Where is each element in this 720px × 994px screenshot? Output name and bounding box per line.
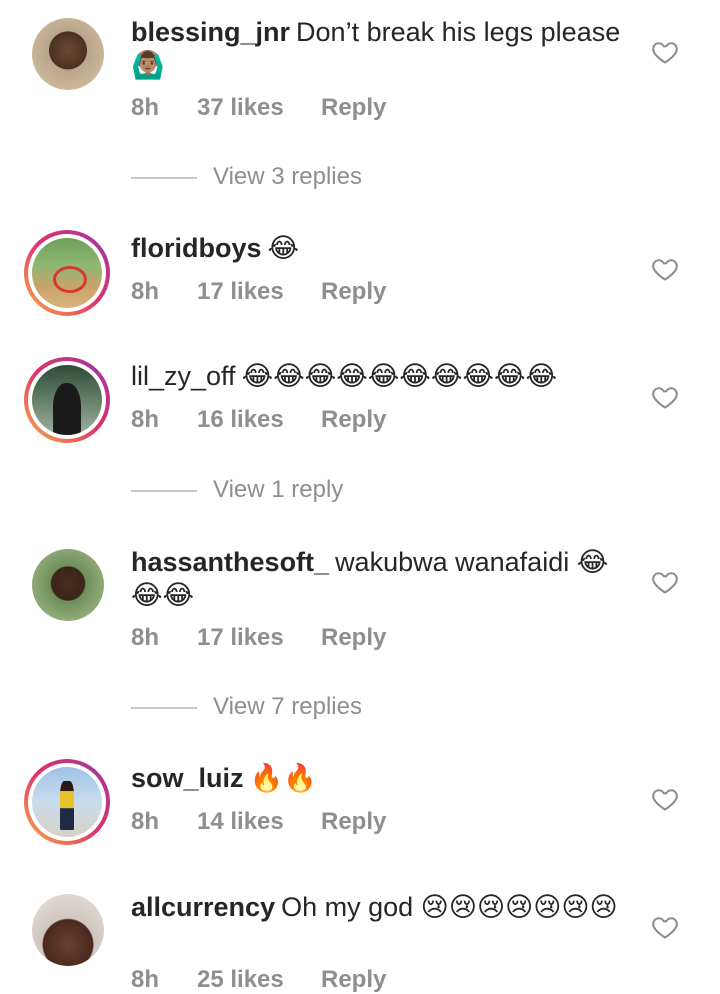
heart-outline-icon[interactable]: [651, 913, 679, 941]
comment-username[interactable]: sow_luiz: [131, 763, 244, 793]
reply-button[interactable]: Reply: [321, 808, 386, 836]
heart-outline-icon[interactable]: [651, 568, 679, 596]
avatar[interactable]: [32, 894, 104, 966]
comment-time: 8h: [131, 808, 160, 835]
heart-outline-icon[interactable]: [651, 255, 679, 283]
avatar[interactable]: [32, 549, 104, 621]
comment-emojis: 😢😢😢😢😢😢😢: [420, 892, 618, 923]
replies-divider: [131, 706, 197, 709]
comment-text: lil_zy_off 😂😂😂😂😂😂😂😂😂😂: [131, 360, 631, 393]
comment-text: blessing_jnr Don’t break his legs please …: [131, 16, 631, 82]
heart-outline-icon[interactable]: [651, 383, 679, 411]
view-replies-button[interactable]: View 7 replies: [131, 693, 362, 721]
reply-button[interactable]: Reply: [321, 966, 386, 994]
view-replies-label: View 3 replies: [213, 163, 362, 190]
comment-likes[interactable]: 14 likes: [197, 808, 321, 836]
comment-likes[interactable]: 17 likes: [197, 278, 321, 306]
comment-meta: 8h 37 likes Reply: [131, 94, 386, 122]
comment-time: 8h: [131, 278, 160, 305]
comment-text: allcurrency Oh my god 😢😢😢😢😢😢😢: [131, 891, 631, 924]
comment-likes[interactable]: 16 likes: [197, 406, 321, 434]
comment-likes[interactable]: 25 likes: [197, 966, 321, 994]
comment-emojis: 🔥🔥: [249, 763, 317, 794]
replies-divider: [131, 176, 197, 179]
comment-body: Oh my god: [281, 892, 414, 922]
comment-body: wakubwa wanafaidi: [335, 547, 570, 577]
comment-username[interactable]: allcurrency: [131, 892, 275, 922]
comment-meta: 8h 14 likes Reply: [131, 808, 386, 836]
comment-meta: 8h 25 likes Reply: [131, 966, 386, 994]
reply-button[interactable]: Reply: [321, 624, 386, 652]
view-replies-label: View 7 replies: [213, 693, 362, 720]
comment-username[interactable]: hassanthesoft_: [131, 547, 329, 577]
reply-button[interactable]: Reply: [321, 406, 386, 434]
comment-username[interactable]: lil_zy_off: [131, 361, 236, 391]
replies-divider: [131, 489, 197, 492]
view-replies-label: View 1 reply: [213, 476, 344, 503]
comment-meta: 8h 17 likes Reply: [131, 624, 386, 652]
comment-time: 8h: [131, 624, 160, 651]
comment-meta: 8h 16 likes Reply: [131, 406, 386, 434]
comment-meta: 8h 17 likes Reply: [131, 278, 386, 306]
avatar-story-ring[interactable]: [24, 230, 110, 316]
comment-emojis: 😂😂😂😂😂😂😂😂😂😂: [241, 361, 558, 392]
comment-likes[interactable]: 17 likes: [197, 624, 321, 652]
comment-body: Don’t break his legs please: [296, 17, 621, 47]
comment-text: sow_luiz 🔥🔥: [131, 762, 631, 795]
avatar-story-ring[interactable]: [24, 759, 110, 845]
reply-button[interactable]: Reply: [321, 94, 386, 122]
view-replies-button[interactable]: View 3 replies: [131, 163, 362, 191]
avatar[interactable]: [32, 18, 104, 90]
reply-button[interactable]: Reply: [321, 278, 386, 306]
comment-time: 8h: [131, 406, 160, 433]
comment-likes[interactable]: 37 likes: [197, 94, 321, 122]
comment-text: floridboys 😂: [131, 232, 631, 265]
comment-emojis: 😂: [267, 233, 300, 264]
comment-username[interactable]: blessing_jnr: [131, 17, 290, 47]
avatar-story-ring[interactable]: [24, 357, 110, 443]
comment-time: 8h: [131, 966, 160, 993]
heart-outline-icon[interactable]: [651, 785, 679, 813]
comment-emojis: 🙆🏽‍♂️: [131, 50, 165, 81]
view-replies-button[interactable]: View 1 reply: [131, 476, 343, 504]
heart-outline-icon[interactable]: [651, 38, 679, 66]
comment-time: 8h: [131, 94, 160, 121]
comment-text: hassanthesoft_ wakubwa wanafaidi 😂😂😂: [131, 546, 631, 612]
comment-username[interactable]: floridboys: [131, 233, 262, 263]
